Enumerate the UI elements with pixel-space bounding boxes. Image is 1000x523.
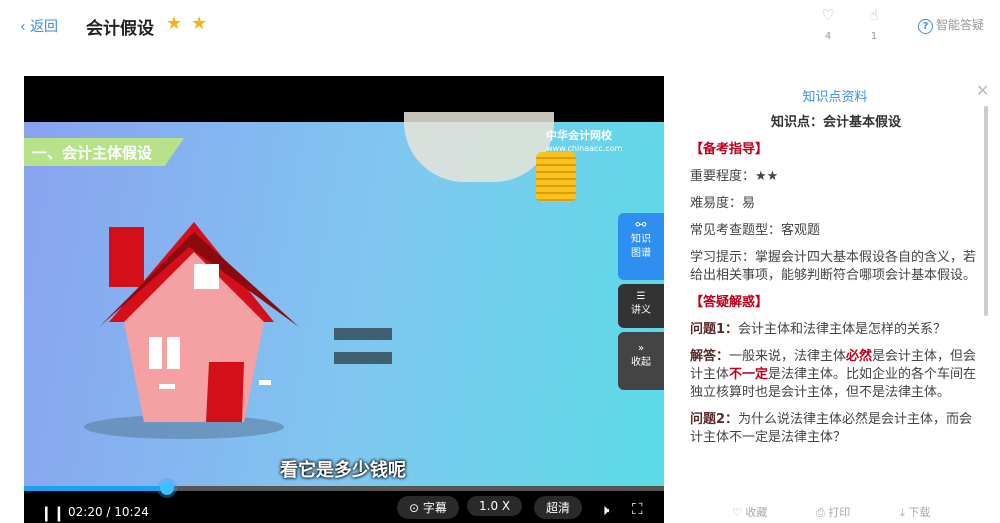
question-type-text: 常见考查题型：客观题	[690, 223, 821, 238]
progress-fill	[24, 486, 168, 491]
answer-1: 解答：一般来说，法律主体必然是会计主体，但会计主体不一定是法律主体。比如企业的各…	[690, 349, 977, 400]
house-illustration	[84, 222, 299, 439]
speed-button[interactable]: 1.0 X	[467, 496, 523, 516]
question-head-icon: ?	[918, 19, 933, 34]
back-button[interactable]: ‹ 返回	[20, 16, 58, 36]
fullscreen-icon[interactable]: ⛶	[632, 500, 643, 518]
graph-icon: ⚯	[635, 218, 647, 233]
scrollbar[interactable]	[984, 106, 988, 316]
panel-title: 知识点资料	[802, 90, 868, 105]
knowledge-point-heading: 知识点：会计基本假设	[770, 115, 901, 130]
panel-content: 知识点：会计基本假设 【备考指导】 重要程度：★★ 难易度：易 常见考查题型：客…	[690, 114, 982, 456]
quality-button[interactable]: 超清	[534, 496, 583, 519]
section-heading: 【答疑解惑】	[690, 295, 769, 310]
ai-answer-button[interactable]: ? 智能答疑	[918, 16, 984, 34]
equals-sign-bar	[334, 352, 392, 364]
close-icon[interactable]: ✕	[976, 81, 989, 100]
star-icon: ★	[191, 13, 208, 34]
coins-image	[536, 152, 576, 202]
heart-icon[interactable]: ♡	[818, 6, 838, 24]
chevron-left-icon: ‹	[20, 19, 31, 35]
money-bag-image	[404, 112, 554, 182]
collapse-button[interactable]: » 收起	[618, 332, 664, 390]
volume-icon[interactable]: 🕨	[600, 501, 609, 519]
video-subtitle: 看它是多少钱呢	[280, 460, 406, 481]
section-heading: 【备考指导】	[690, 142, 769, 157]
importance-text: 重要程度：★★	[690, 169, 779, 184]
check-circle-icon: ⊙	[409, 501, 423, 515]
video-frame: 一、会计主体假设 中华会计网校 www.chinaacc.com 看它是多少钱呢	[24, 112, 664, 490]
knowledge-panel: 知识点资料 ✕ 知识点：会计基本假设 【备考指导】 重要程度：★★ 难易度：易 …	[670, 76, 1000, 523]
like-count: 4	[824, 31, 832, 42]
star-icon: ★	[166, 13, 183, 34]
printer-icon: ⎙	[816, 506, 829, 519]
progress-bar[interactable]	[24, 481, 664, 495]
download-button[interactable]: ⤓ 下载	[900, 504, 930, 520]
lesson-ribbon: 一、会计主体假设	[24, 138, 184, 166]
heart-icon: ♡	[732, 506, 746, 519]
question-2: 问题2：为什么说法律主体必然是会计主体，而会计主体不一定是法律主体？	[690, 412, 973, 445]
brand-logo: 中华会计网校 www.chinaacc.com	[546, 129, 623, 154]
knowledge-graph-button[interactable]: ⚯ 知识 图谱	[618, 213, 664, 280]
list-icon: ☰	[636, 291, 646, 302]
difficulty-text: 难易度：易	[690, 196, 756, 211]
question-1: 问题1：会计主体和法律主体是怎样的关系？	[690, 322, 947, 337]
pause-icon[interactable]: ❙❙	[40, 504, 65, 522]
page-title: 会计假设	[86, 19, 154, 39]
thumbs-up-icon[interactable]: ☝	[864, 6, 884, 24]
caption-toggle[interactable]: ⊙ 字幕	[397, 496, 459, 519]
print-button[interactable]: ⎙ 打印	[816, 504, 850, 520]
chevrons-right-icon: »	[637, 343, 645, 354]
video-player[interactable]: 一、会计主体假设 中华会计网校 www.chinaacc.com 看它是多少钱呢 …	[24, 76, 664, 523]
time-display: 02:20 / 10:24	[68, 505, 149, 519]
handout-button[interactable]: ☰ 讲义	[618, 284, 664, 328]
progress-handle[interactable]	[160, 481, 175, 495]
study-tip-text: 学习提示：掌握会计四大基本假设各自的含义，若给出相关事项，能够判断符合哪项会计基…	[690, 250, 977, 283]
collect-button[interactable]: ♡ 收藏	[732, 504, 767, 520]
equals-sign-bar	[334, 328, 392, 340]
thumb-count: 1	[870, 31, 878, 42]
